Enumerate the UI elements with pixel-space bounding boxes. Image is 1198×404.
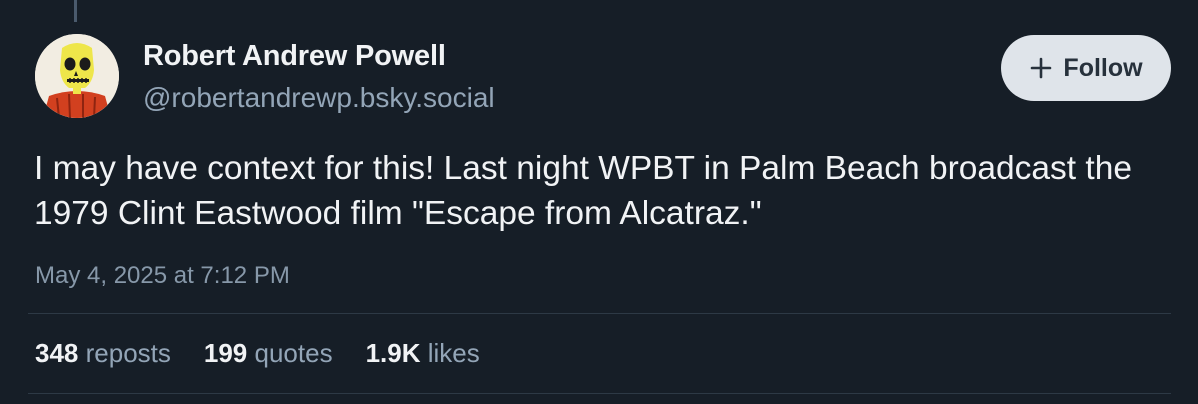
divider: [28, 313, 1171, 314]
quotes-stat[interactable]: 199 quotes: [204, 338, 333, 369]
bottom-divider: [28, 393, 1171, 394]
likes-stat[interactable]: 1.9K likes: [366, 338, 480, 369]
follow-button-label: Follow: [1063, 53, 1143, 82]
thread-connector-line: [74, 0, 77, 22]
follow-button[interactable]: Follow: [1001, 35, 1171, 101]
likes-label: likes: [427, 338, 480, 368]
quotes-label: quotes: [254, 338, 333, 368]
skeleton-avatar-image: [35, 34, 119, 118]
author-name[interactable]: Robert Andrew Powell: [143, 40, 446, 73]
author-handle[interactable]: @robertandrewp.bsky.social: [143, 82, 495, 114]
post-stats: 348 reposts 199 quotes 1.9K likes: [35, 338, 480, 369]
plus-icon: [1029, 56, 1053, 80]
post-text: I may have context for this! Last night …: [34, 150, 1132, 232]
reposts-label: reposts: [85, 338, 171, 368]
post-timestamp[interactable]: May 4, 2025 at 7:12 PM: [35, 262, 290, 290]
quotes-count: 199: [203, 338, 248, 368]
reposts-stat[interactable]: 348 reposts: [35, 338, 171, 369]
likes-count: 1.9K: [365, 338, 421, 368]
reposts-count: 348: [35, 338, 79, 368]
author-avatar[interactable]: [35, 34, 119, 118]
